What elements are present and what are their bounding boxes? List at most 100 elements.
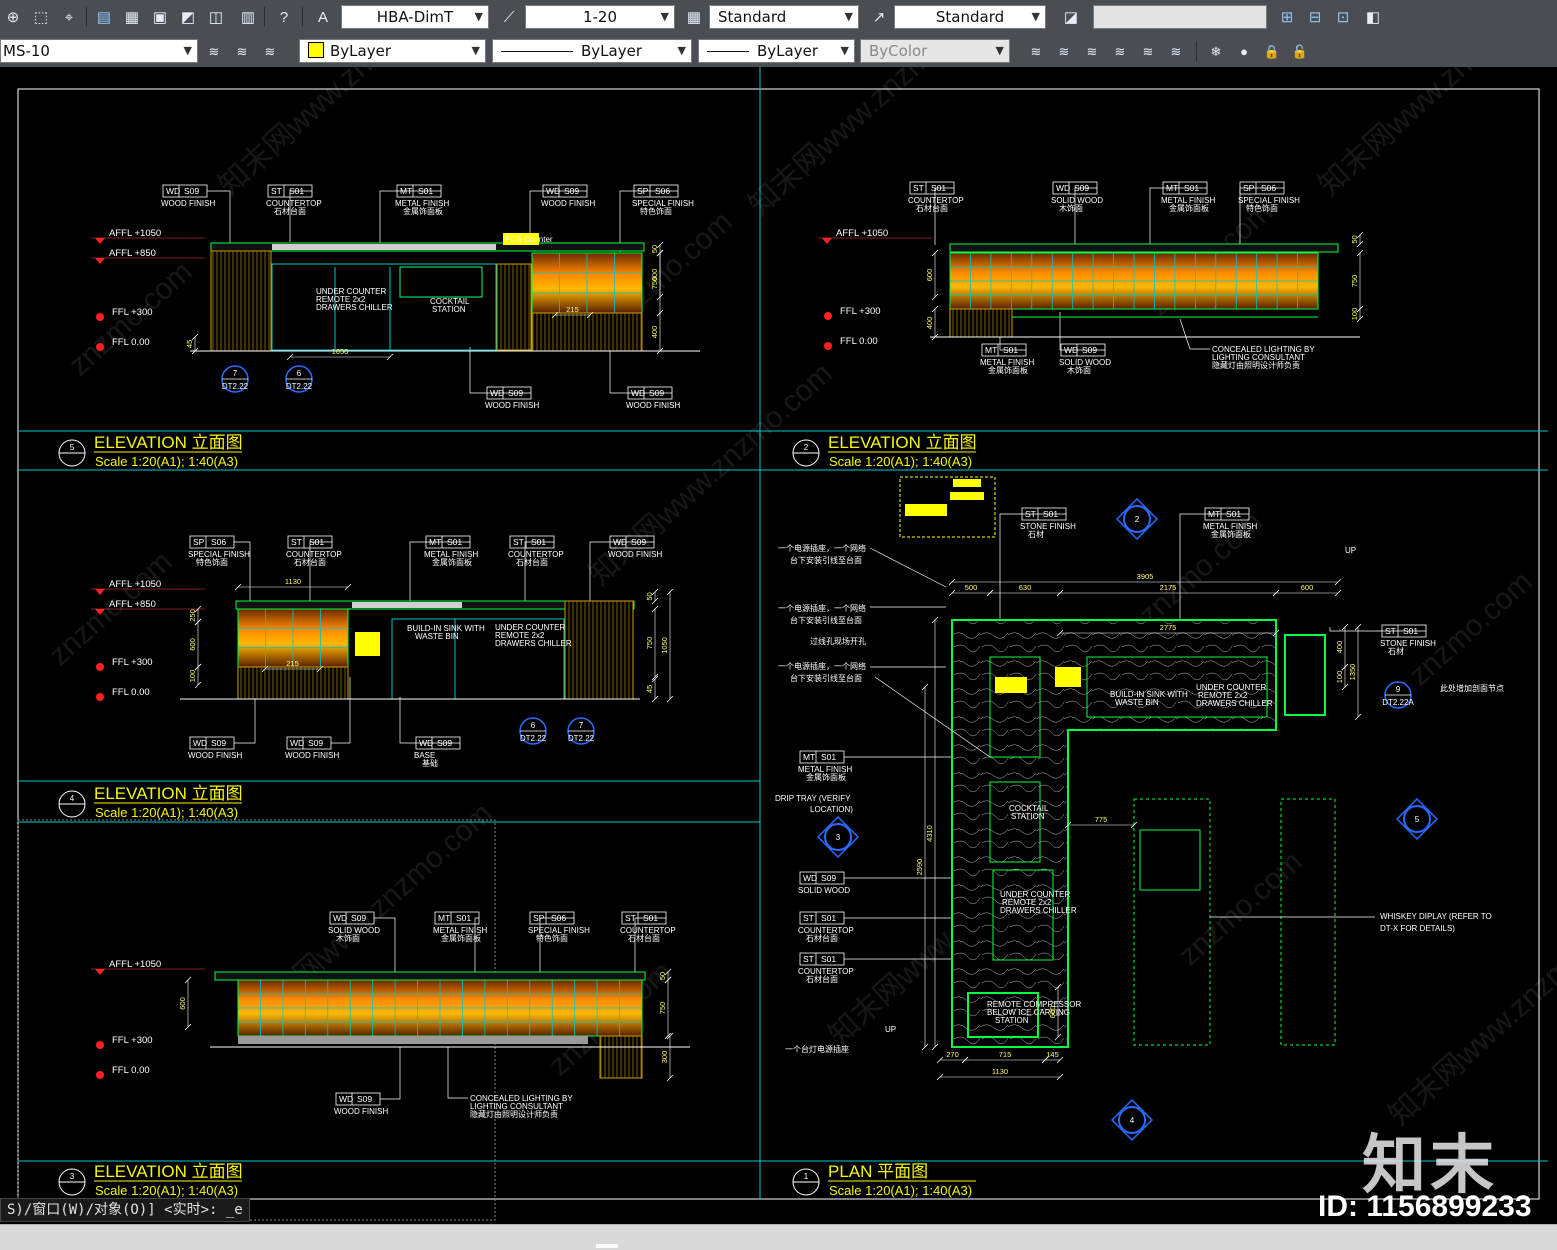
dim-style-icon[interactable]: ⟋: [498, 6, 520, 28]
equipment-label: [995, 677, 1027, 693]
command-line-text: S)/窗口(W)/对象(O)] <实时>: _e: [7, 1202, 243, 1218]
layer-tool-4-icon[interactable]: ≋: [1109, 40, 1131, 62]
section-node-note: 此处增加剖面节点: [1440, 683, 1504, 693]
watermark-text: znzmo.com: [1173, 845, 1309, 972]
detail-number: 7: [579, 721, 584, 730]
mleaderstyle-value: Standard: [935, 8, 1005, 26]
layer-state-icon[interactable]: ◫: [205, 6, 227, 28]
horizontal-scrollbar[interactable]: [0, 1224, 1557, 1250]
dimension-value: 400: [1335, 641, 1344, 654]
finish-number: S09: [351, 913, 366, 923]
command-line[interactable]: S)/窗口(W)/对象(O)] <实时>: _e: [0, 1198, 250, 1222]
properties-icon[interactable]: ▦: [121, 6, 143, 28]
match-icon[interactable]: ◩: [177, 6, 199, 28]
dimension: 270: [936, 1050, 969, 1064]
floor-label: FFL 0.00: [112, 337, 150, 348]
elevation-5: WD S09 WOOD FINISH ST S01COUNTERTOP石材台面 MT S01…: [91, 184, 700, 410]
plotstyle-select[interactable]: ByColor ▼: [860, 39, 1010, 63]
zoom-window-icon[interactable]: ⬚: [30, 6, 52, 28]
linetype-select[interactable]: ByLayer ▼: [492, 39, 692, 63]
floor-label: FFL +300: [112, 307, 153, 318]
mleader-style-icon[interactable]: ↗: [868, 6, 890, 28]
lineweight-select[interactable]: ByLayer ▼: [698, 39, 855, 63]
dimension-value: 1050: [660, 637, 669, 654]
layer-match-icon[interactable]: ≋: [231, 40, 253, 62]
viewport-2-icon[interactable]: ⊟: [1304, 6, 1326, 28]
finish-tag: SP S06SPECIAL FINISH特色饰面: [188, 535, 251, 607]
layer-isolate-icon[interactable]: ⌖: [58, 6, 80, 28]
tablestyle-value: Standard: [718, 8, 787, 26]
mleaderstyle-select[interactable]: Standard ▼: [894, 5, 1046, 29]
color-swatch: [308, 42, 324, 58]
wood-panel-left: [210, 250, 272, 352]
viewport-icon[interactable]: ⊞: [1276, 6, 1298, 28]
section-marker: 5: [1395, 797, 1439, 841]
calculator-icon[interactable]: ▥: [237, 6, 259, 28]
dimension-value: 1350: [1348, 664, 1357, 681]
dimension-value: 775: [1095, 815, 1108, 824]
finish-label-cn: 木饰面: [336, 933, 360, 943]
zoom-extents-icon[interactable]: ⊕: [2, 6, 24, 28]
finish-tag: ST S01COUNTERTOP石材台面: [908, 181, 964, 245]
watermark-text: znzmo.com: [63, 255, 199, 382]
text-style-icon[interactable]: A: [312, 6, 334, 28]
chevron-down-icon: ▼: [183, 44, 192, 57]
drawing-canvas[interactable]: znzmo.com 知末网www.znzmo.com znzmo.com 知末网www…: [0, 67, 1557, 1224]
layer-tool-3-icon[interactable]: ≋: [1081, 40, 1103, 62]
leader-line: [447, 1047, 468, 1099]
block-icon[interactable]: ▣: [149, 6, 171, 28]
layer-unlock-icon[interactable]: 🔓: [1289, 40, 1311, 62]
floor-marker-dot: [96, 663, 104, 671]
detail-callout: 7 DT2.22: [567, 717, 595, 745]
watermark-text: znzmo.com: [1403, 565, 1539, 692]
dimstyle-select[interactable]: HBA-DimT ▼: [341, 5, 489, 29]
scale-select[interactable]: 1-20 ▼: [525, 5, 675, 29]
finish-label: WOOD FINISH: [626, 401, 680, 410]
dimension-value: 750: [1350, 275, 1359, 288]
layer-previous-icon[interactable]: ≋: [203, 40, 225, 62]
dimension: 1130: [936, 1067, 1064, 1081]
layer-freeze-icon[interactable]: ❄: [1205, 40, 1227, 62]
finish-number: S09: [308, 738, 323, 748]
dimension-value: 50: [1350, 235, 1359, 243]
special-finish-panel: [531, 252, 643, 314]
wood-base: [531, 312, 643, 352]
finish-tag: WD S09WOOD FINISH: [469, 347, 539, 410]
save-icon[interactable]: ▤: [93, 6, 115, 28]
help-icon[interactable]: ?: [273, 6, 295, 28]
detail-callout: 9 DT2.22A: [1382, 681, 1414, 709]
layer-tool-6-icon[interactable]: ≋: [1165, 40, 1187, 62]
floor-label: FFL +300: [840, 306, 881, 317]
layer-tool-2-icon[interactable]: ≋: [1053, 40, 1075, 62]
layer-tool-5-icon[interactable]: ≋: [1137, 40, 1159, 62]
dimension: 715: [961, 1050, 1049, 1064]
tablestyle-select[interactable]: Standard ▼: [709, 5, 859, 29]
layer-walk-icon[interactable]: ≋: [259, 40, 281, 62]
blank-input[interactable]: [1093, 5, 1267, 29]
viewport-3-icon[interactable]: ⊡: [1332, 6, 1354, 28]
finish-code: WD: [1056, 183, 1070, 193]
layer-lock-icon[interactable]: 🔒: [1261, 40, 1283, 62]
separator: [302, 7, 303, 27]
color-select[interactable]: ByLayer ▼: [299, 39, 486, 63]
level-label: AFFL +850: [109, 599, 156, 610]
layer-select[interactable]: MS-10 ▼: [0, 39, 198, 63]
viewport-4-icon[interactable]: ◧: [1362, 6, 1384, 28]
whiskey-display-2: [1280, 798, 1336, 1046]
floor-marker-dot: [96, 343, 104, 351]
socket-note: 一个电源插座，一个网络: [778, 661, 866, 671]
dimension-value: 715: [999, 1050, 1012, 1059]
finish-label-cn: 特色饰面: [536, 933, 568, 943]
layer-on-icon[interactable]: ●: [1233, 40, 1255, 62]
table-style-icon[interactable]: ▦: [683, 6, 705, 28]
tool-palette-icon[interactable]: ◪: [1060, 6, 1082, 28]
level-label: AFFL +850: [109, 248, 156, 259]
metal-strip: [352, 602, 462, 608]
dimension-value: 630: [1019, 583, 1032, 592]
layer-tool-1-icon[interactable]: ≋: [1025, 40, 1047, 62]
chevron-down-icon: ▼: [995, 44, 1004, 57]
level-label: AFFL +1050: [836, 228, 888, 239]
detail-ref: DT2.22: [286, 382, 313, 391]
scrollbar-thumb[interactable]: [596, 1244, 618, 1248]
drip-tray-note: DRIP TRAY (VERIFY: [775, 794, 851, 803]
